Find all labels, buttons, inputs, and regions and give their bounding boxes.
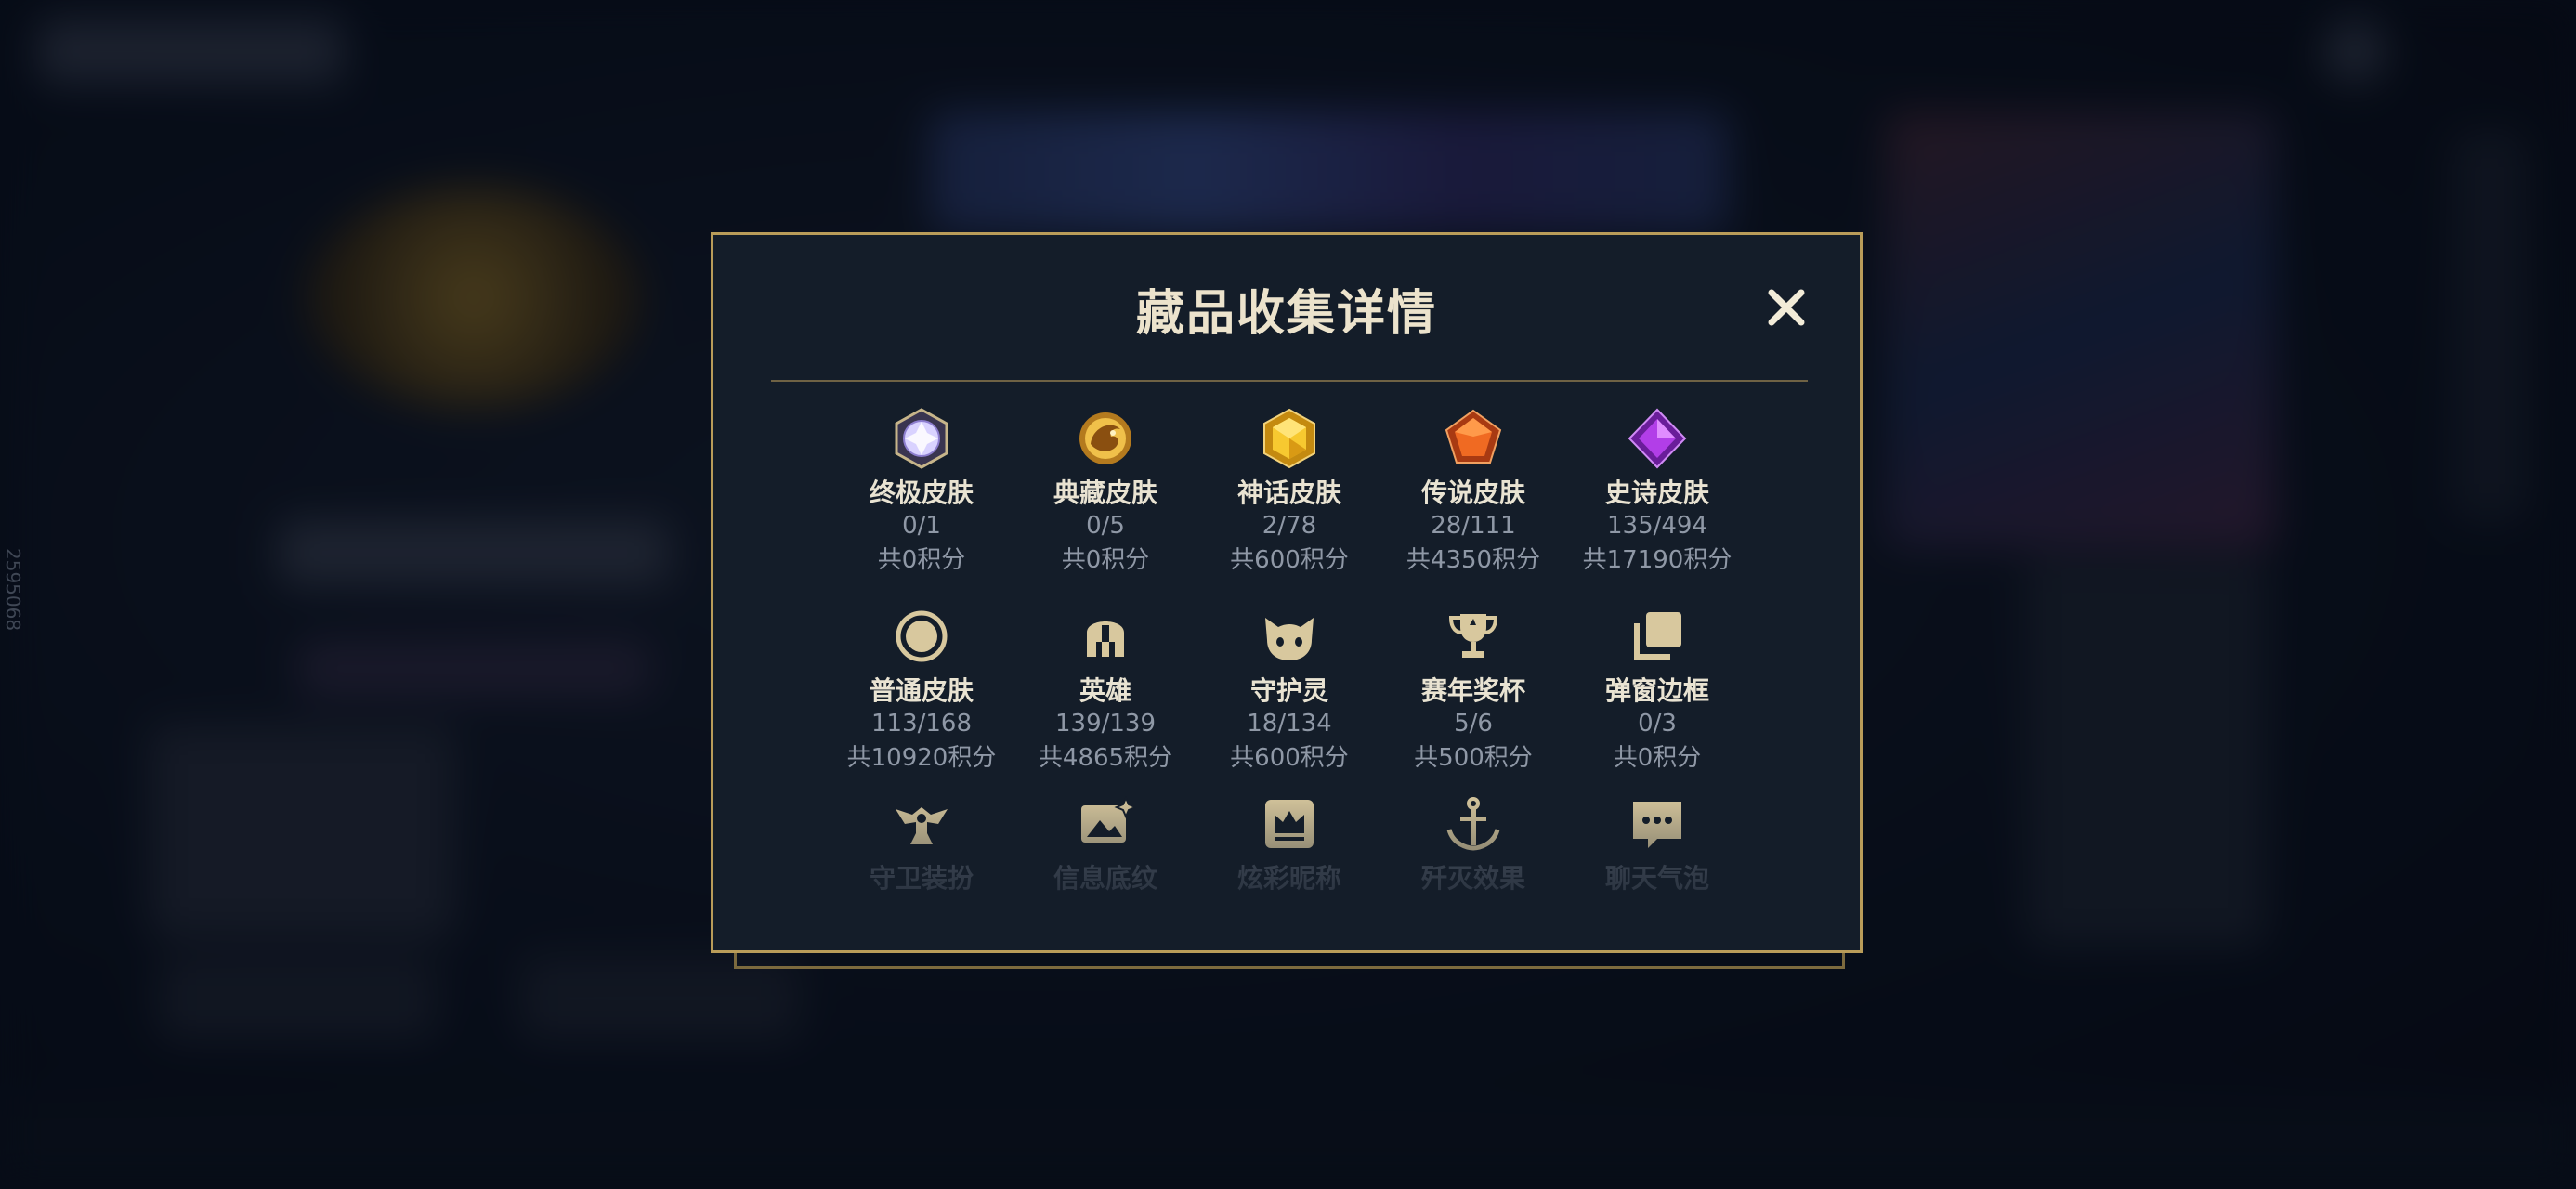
category-elimination-effect[interactable]: 歼灭效果 <box>1380 792 1566 895</box>
category-points: 共10920积分 <box>846 744 997 772</box>
category-color-nickname[interactable]: 炫彩昵称 <box>1196 792 1382 895</box>
side-id-text: 2595068 <box>2 548 24 632</box>
epic-gem-icon <box>1628 408 1687 469</box>
category-normal-skin[interactable]: 普通皮肤 113/168 共10920积分 <box>829 605 1014 776</box>
collector-dragon-icon <box>1079 412 1131 464</box>
category-points: 共600积分 <box>1230 546 1349 574</box>
ultimate-skin-gem-icon <box>895 408 948 469</box>
category-label: 史诗皮肤 <box>1604 477 1709 508</box>
category-label: 终极皮肤 <box>869 477 974 508</box>
category-label: 传说皮肤 <box>1420 477 1525 508</box>
category-label: 神话皮肤 <box>1236 477 1341 508</box>
category-count: 18/134 <box>1247 710 1332 738</box>
category-count: 2/78 <box>1262 512 1317 540</box>
category-chat-bubble[interactable]: 聊天气泡 <box>1564 792 1750 895</box>
chat-bubble-icon <box>1633 802 1681 848</box>
normal-skin-circle-icon <box>896 610 948 662</box>
category-label: 炫彩昵称 <box>1236 863 1341 894</box>
category-count: 0/5 <box>1086 512 1125 540</box>
category-ward-skin[interactable]: 守卫装扮 <box>829 792 1014 895</box>
category-legendary-skin[interactable]: 传说皮肤 28/111 共4350积分 <box>1380 407 1566 578</box>
category-points: 共17190积分 <box>1582 546 1733 574</box>
category-points: 共0积分 <box>1061 546 1150 574</box>
category-points: 共600积分 <box>1230 744 1349 772</box>
image-sparkle-icon <box>1081 795 1137 843</box>
category-count: 113/168 <box>870 710 972 738</box>
category-popup-frame[interactable]: 弹窗边框 0/3 共0积分 <box>1564 605 1750 776</box>
category-points: 共0积分 <box>1613 744 1702 772</box>
category-count: 135/494 <box>1606 512 1707 540</box>
category-points: 共4865积分 <box>1038 744 1173 772</box>
dialog-title: 藏品收集详情 <box>1135 286 1437 342</box>
category-count: 0/3 <box>1638 710 1677 738</box>
anchor-icon <box>1446 797 1500 851</box>
category-points: 共0积分 <box>877 546 966 574</box>
category-label: 典藏皮肤 <box>1053 477 1157 508</box>
close-icon[interactable] <box>1759 280 1814 335</box>
category-label: 聊天气泡 <box>1604 863 1709 894</box>
mythic-gem-icon <box>1263 408 1315 469</box>
helmet-icon <box>1087 621 1124 657</box>
title-divider <box>771 380 1808 382</box>
category-hero[interactable]: 英雄 139/139 共4865积分 <box>1013 605 1198 776</box>
cat-face-icon <box>1265 618 1314 660</box>
category-guardian-spirit[interactable]: 守护灵 18/134 共600积分 <box>1196 605 1382 776</box>
collection-details-dialog: 藏品收集详情 终极皮肤 0/1 共0积分 典藏皮肤 0/5 共0积分 神话皮肤 … <box>711 232 1863 953</box>
legendary-gem-icon <box>1445 409 1502 464</box>
category-label: 守护灵 <box>1249 675 1328 706</box>
category-label: 赛年奖杯 <box>1420 675 1525 706</box>
category-label: 歼灭效果 <box>1420 863 1525 894</box>
category-label: 普通皮肤 <box>869 675 974 706</box>
category-count: 5/6 <box>1454 710 1493 738</box>
category-ultimate-skin[interactable]: 终极皮肤 0/1 共0积分 <box>829 407 1014 578</box>
trophy-icon <box>1448 614 1498 658</box>
category-points: 共4350积分 <box>1406 546 1541 574</box>
category-label: 弹窗边框 <box>1604 675 1709 706</box>
category-collector-skin[interactable]: 典藏皮肤 0/5 共0积分 <box>1013 407 1198 578</box>
category-points: 共500积分 <box>1414 744 1533 772</box>
category-count: 139/139 <box>1054 710 1156 738</box>
category-mythic-skin[interactable]: 神话皮肤 2/78 共600积分 <box>1196 407 1382 578</box>
crown-card-icon <box>1265 800 1314 848</box>
ward-icon <box>896 807 948 844</box>
category-count: 28/111 <box>1431 512 1516 540</box>
category-label: 英雄 <box>1079 675 1131 706</box>
category-label: 守卫装扮 <box>869 863 974 894</box>
category-info-background[interactable]: 信息底纹 <box>1013 792 1198 895</box>
category-count: 0/1 <box>902 512 941 540</box>
category-epic-skin[interactable]: 史诗皮肤 135/494 共17190积分 <box>1564 407 1750 578</box>
screen: 2595068 藏品收集详情 终极皮肤 0/1 共0积分 典藏皮肤 0/5 共0… <box>0 0 2576 1189</box>
category-season-trophy[interactable]: 赛年奖杯 5/6 共500积分 <box>1380 605 1566 776</box>
stacked-frames-icon <box>1634 612 1681 660</box>
category-label: 信息底纹 <box>1053 863 1157 894</box>
